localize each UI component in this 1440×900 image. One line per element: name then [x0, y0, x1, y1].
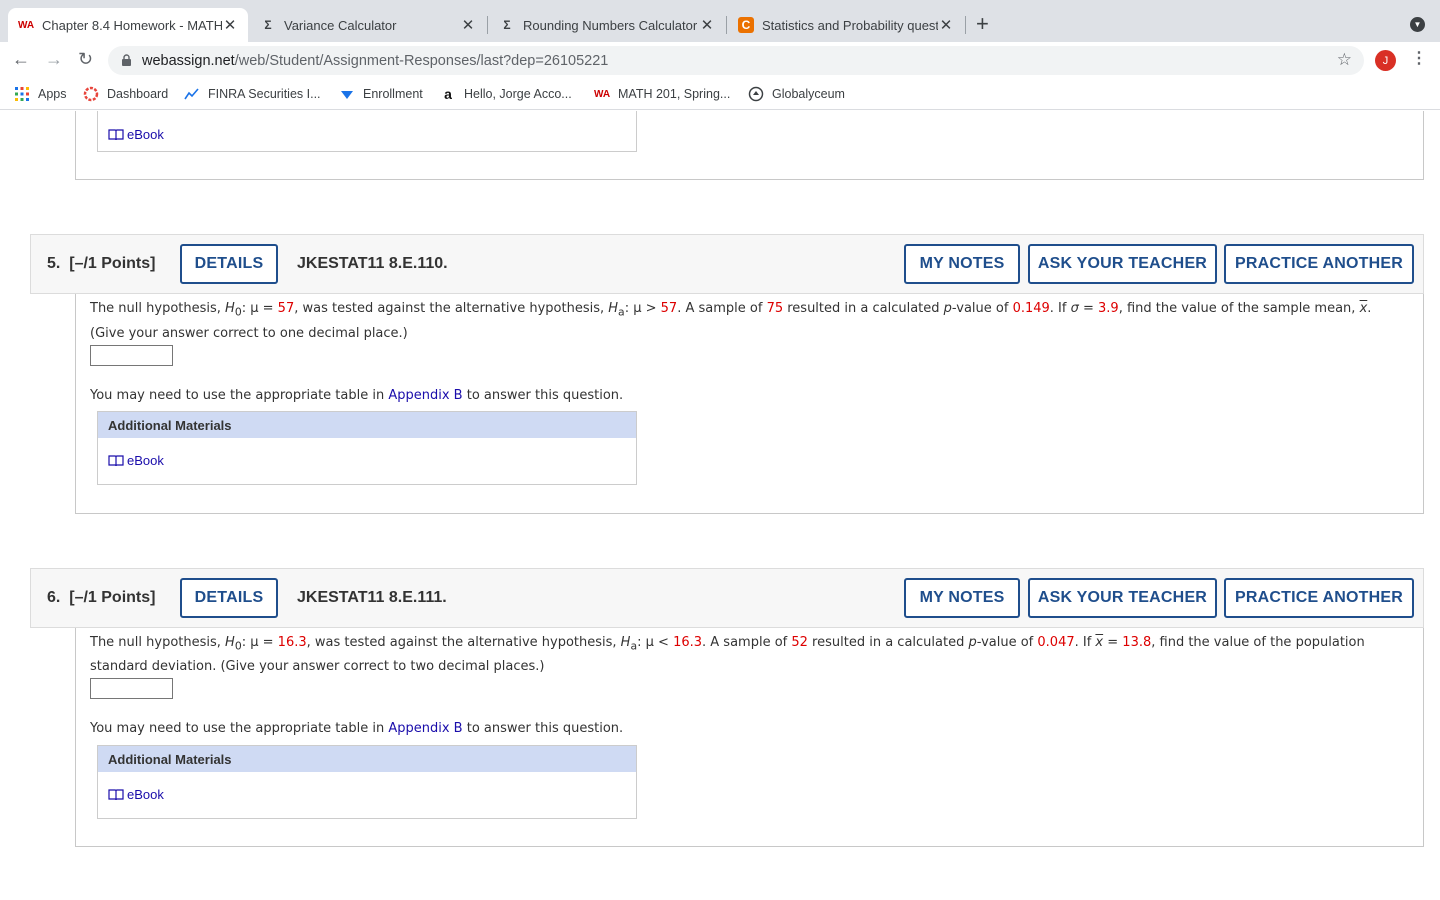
- finra-icon: [184, 88, 199, 100]
- practice-another-button[interactable]: PRACTICE ANOTHER: [1224, 244, 1414, 284]
- bookmark-label: Dashboard: [107, 87, 169, 101]
- webassign-icon: WA: [593, 88, 611, 100]
- bookmark-label: Enrollment: [363, 87, 423, 101]
- address-bar[interactable]: webassign.net/web/Student/Assignment-Res…: [108, 46, 1364, 75]
- enrollment-icon: [341, 91, 353, 99]
- webassign-favicon-icon: WA: [17, 19, 35, 31]
- tab-variance-calculator[interactable]: Σ Variance Calculator ✕: [250, 8, 486, 42]
- close-icon[interactable]: ✕: [699, 16, 715, 34]
- close-icon[interactable]: ✕: [460, 16, 476, 34]
- additional-materials-q6: Additional Materials eBook: [97, 745, 637, 819]
- close-icon[interactable]: ✕: [222, 16, 238, 34]
- question-number: 6. [–/1 Points]: [47, 589, 156, 606]
- question-code: JKESTAT11 8.E.111.: [297, 589, 447, 606]
- ebook-link[interactable]: eBook: [108, 453, 164, 468]
- tab-chapter-homework[interactable]: WA Chapter 8.4 Homework - MATH ✕: [8, 8, 248, 42]
- tab-statistics-question[interactable]: C Statistics and Probability quest ✕: [728, 8, 964, 42]
- lock-icon: [122, 54, 131, 66]
- url-domain: webassign.net: [142, 53, 235, 69]
- answer-input[interactable]: [90, 678, 173, 699]
- answer-input[interactable]: [90, 345, 173, 366]
- additional-materials-header: Additional Materials: [98, 746, 636, 772]
- tab-title: Statistics and Probability quest: [762, 17, 938, 33]
- book-icon: [108, 788, 124, 800]
- appendix-note: You may need to use the appropriate tabl…: [90, 721, 624, 736]
- points: [–/1 Points]: [69, 255, 156, 272]
- tab-rounding-calculator[interactable]: Σ Rounding Numbers Calculator ✕: [489, 8, 725, 42]
- ebook-label: eBook: [127, 787, 164, 802]
- appendix-b-link[interactable]: Appendix B: [388, 721, 462, 736]
- sigma-favicon-icon: Σ: [264, 18, 272, 32]
- sigma-favicon-icon: Σ: [503, 18, 511, 32]
- ebook-label: eBook: [127, 127, 164, 142]
- bookmark-math201[interactable]: WA MATH 201, Spring...: [594, 86, 730, 102]
- question-5-text-line1: The null hypothesis, H0: μ = 57, was tes…: [90, 301, 1372, 319]
- browser-toolbar: ← → ↻ webassign.net/web/Student/Assignme…: [0, 42, 1440, 78]
- question-6-text-line2: standard deviation. (Give your answer co…: [90, 659, 545, 674]
- amazon-icon: a: [444, 86, 452, 102]
- tab-strip: WA Chapter 8.4 Homework - MATH ✕ Σ Varia…: [0, 0, 1440, 42]
- tab-search-icon[interactable]: ▼: [1410, 17, 1425, 32]
- question-5-header: 5. [–/1 Points] DETAILS JKESTAT11 8.E.11…: [30, 234, 1424, 294]
- bookmark-label: Apps: [38, 87, 67, 101]
- my-notes-button[interactable]: MY NOTES: [904, 578, 1020, 618]
- tab-title: Chapter 8.4 Homework - MATH: [42, 17, 222, 33]
- bookmark-enrollment[interactable]: Enrollment: [339, 86, 423, 102]
- tab-separator: [487, 16, 488, 34]
- points: [–/1 Points]: [69, 589, 156, 606]
- question-code: JKESTAT11 8.E.110.: [297, 255, 448, 272]
- tab-title: Rounding Numbers Calculator: [523, 17, 698, 33]
- menu-icon[interactable]: ⋮: [1411, 50, 1427, 68]
- question-number: 5. [–/1 Points]: [47, 255, 156, 272]
- new-tab-icon[interactable]: +: [976, 13, 989, 35]
- book-icon: [108, 128, 124, 140]
- question-6-header: 6. [–/1 Points] DETAILS JKESTAT11 8.E.11…: [30, 568, 1424, 628]
- tab-separator: [726, 16, 727, 34]
- additional-materials-q4: eBook: [97, 111, 637, 152]
- url-path: /web/Student/Assignment-Responses/last?d…: [234, 53, 609, 69]
- bookmark-amazon[interactable]: a Hello, Jorge Acco...: [440, 86, 572, 102]
- forward-icon[interactable]: →: [45, 49, 63, 69]
- book-icon: [108, 454, 124, 466]
- reload-icon[interactable]: ↻: [78, 49, 93, 69]
- assignment-content: eBook 5. [–/1 Points] DETAILS JKESTAT11 …: [0, 111, 1440, 900]
- my-notes-button[interactable]: MY NOTES: [904, 244, 1020, 284]
- chegg-favicon-icon: C: [738, 17, 754, 33]
- ebook-link[interactable]: eBook: [108, 787, 164, 802]
- bookmark-label: FINRA Securities I...: [208, 87, 321, 101]
- ask-teacher-button[interactable]: ASK YOUR TEACHER: [1028, 578, 1217, 618]
- additional-materials-q5: Additional Materials eBook: [97, 411, 637, 485]
- bookmark-finra[interactable]: FINRA Securities I...: [184, 86, 321, 102]
- appendix-b-link[interactable]: Appendix B: [388, 388, 462, 403]
- bookmark-dashboard[interactable]: Dashboard: [83, 86, 168, 102]
- globalyceum-icon: [748, 86, 764, 102]
- bookmark-label: MATH 201, Spring...: [618, 87, 731, 101]
- tab-title: Variance Calculator: [284, 17, 397, 33]
- bookmarks-bar: Apps Dashboard FINRA Securities I... Enr…: [0, 78, 1440, 110]
- additional-materials-header: Additional Materials: [98, 412, 636, 438]
- ask-teacher-button[interactable]: ASK YOUR TEACHER: [1028, 244, 1217, 284]
- bookmark-label: Globalyceum: [772, 87, 845, 101]
- ebook-label: eBook: [127, 453, 164, 468]
- bookmark-star-icon[interactable]: ☆: [1337, 50, 1352, 70]
- bookmark-apps[interactable]: Apps: [14, 86, 67, 102]
- profile-avatar[interactable]: J: [1375, 50, 1396, 71]
- close-icon[interactable]: ✕: [938, 16, 954, 34]
- back-icon[interactable]: ←: [12, 49, 30, 69]
- question-5-text-line2: (Give your answer correct to one decimal…: [90, 326, 408, 341]
- bookmark-globalyceum[interactable]: Globalyceum: [748, 86, 845, 102]
- details-button[interactable]: DETAILS: [180, 578, 278, 618]
- appendix-note: You may need to use the appropriate tabl…: [90, 388, 624, 403]
- practice-another-button[interactable]: PRACTICE ANOTHER: [1224, 578, 1414, 618]
- dashboard-icon: [83, 86, 99, 102]
- tab-separator: [965, 16, 966, 34]
- details-button[interactable]: DETAILS: [180, 244, 278, 284]
- url-text: webassign.net/web/Student/Assignment-Res…: [142, 53, 608, 69]
- apps-grid-icon: [15, 87, 29, 101]
- bookmark-label: Hello, Jorge Acco...: [464, 87, 572, 101]
- ebook-link[interactable]: eBook: [108, 127, 164, 142]
